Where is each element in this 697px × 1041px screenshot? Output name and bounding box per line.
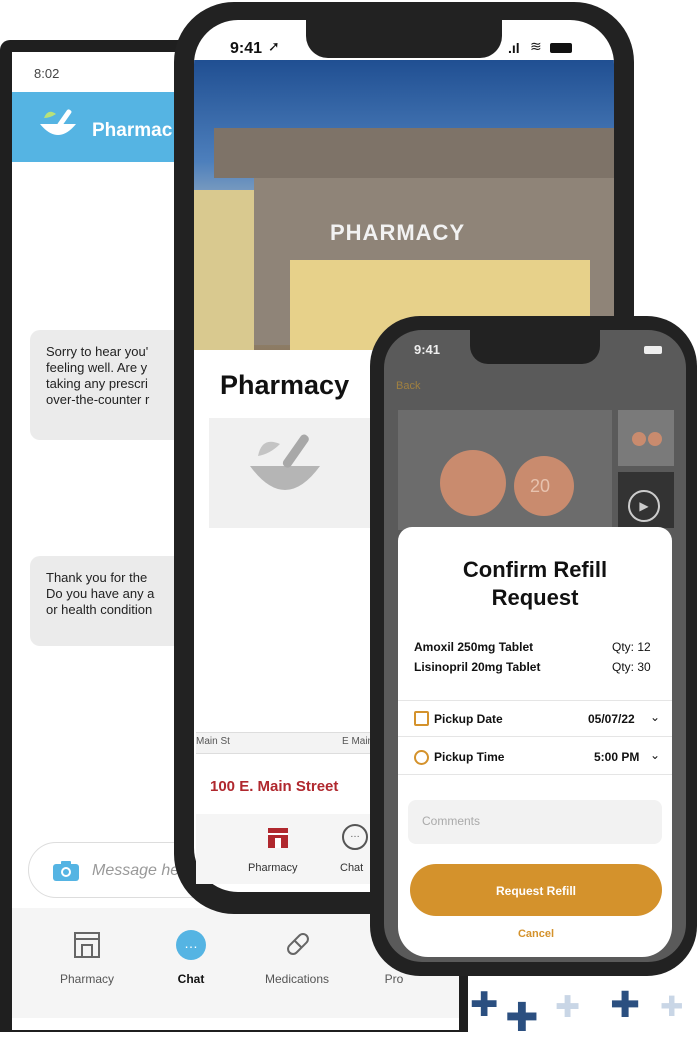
- building-sign: PHARMACY: [330, 220, 466, 245]
- pickup-time-label: Pickup Time: [434, 750, 505, 764]
- tab-pharmacy[interactable]: Pharmacy: [248, 862, 298, 874]
- message-placeholder: Message he: [92, 862, 180, 879]
- status-time: 9:41: [230, 40, 263, 57]
- play-icon[interactable]: ▶: [628, 490, 660, 522]
- storefront-icon[interactable]: [266, 826, 290, 850]
- sheet-title: Confirm Refill Request: [462, 557, 608, 610]
- mortar-pestle-icon: [250, 434, 320, 490]
- camera-icon[interactable]: [52, 860, 80, 882]
- wifi-icon: ≋: [530, 38, 542, 54]
- tab-medications[interactable]: Medications: [242, 972, 352, 986]
- chevron-down-icon[interactable]: ⌄: [650, 710, 660, 724]
- pickup-date-label: Pickup Date: [434, 712, 503, 726]
- divider: [398, 774, 672, 775]
- tab-chat[interactable]: Chat: [136, 972, 246, 986]
- thumb-pill: [632, 432, 646, 446]
- status-time: 8:02: [34, 66, 60, 81]
- item-name: Amoxil 250mg Tablet: [414, 640, 534, 654]
- pill-icon[interactable]: [282, 928, 314, 960]
- item-qty: Qty: 30: [612, 660, 651, 674]
- sparkle-icon: ✚: [555, 990, 581, 1025]
- notch: [306, 20, 502, 58]
- page-title: Pharmacy: [220, 370, 350, 400]
- chat-bubble-icon[interactable]: …: [342, 824, 368, 850]
- battery-icon: [550, 43, 572, 53]
- chevron-down-icon[interactable]: ⌄: [650, 748, 660, 762]
- item-name: Lisinopril 20mg Tablet: [414, 660, 541, 674]
- chat-bubble-icon[interactable]: …: [176, 930, 206, 960]
- pill-photo: [398, 410, 612, 530]
- back-button[interactable]: Back: [396, 380, 420, 392]
- request-refill-label: Request Refill: [495, 884, 576, 898]
- map-street-label: Main St: [196, 736, 230, 747]
- tab-pharmacy[interactable]: Pharmacy: [32, 972, 142, 986]
- status-time: 9:41: [414, 342, 441, 357]
- pill-imprint: 20: [530, 476, 551, 496]
- map-street-label: E Main: [342, 736, 374, 747]
- chat-header-title: Pharmac: [92, 120, 173, 141]
- signal-icon: .ıl: [508, 40, 520, 56]
- storefront-icon[interactable]: [72, 930, 102, 960]
- left-wall: [194, 190, 254, 350]
- tab-chat[interactable]: Chat: [340, 862, 363, 874]
- clock-icon: [414, 750, 429, 765]
- pickup-date-select[interactable]: 05/07/22: [588, 712, 635, 726]
- pill-tablet: [440, 450, 506, 516]
- divider: [398, 736, 672, 737]
- sparkle-icon: ✚: [610, 985, 641, 1026]
- sparkle-icon: ✚: [660, 990, 684, 1023]
- store-roof: [214, 128, 614, 178]
- notch: [470, 330, 600, 364]
- location-arrow-icon: ➚: [268, 38, 280, 54]
- item-qty: Qty: 12: [612, 640, 651, 654]
- calendar-icon: [414, 711, 429, 726]
- pill-thumbnail[interactable]: [618, 410, 674, 466]
- sparkle-icon: ✚: [505, 995, 539, 1041]
- comments-placeholder: Comments: [422, 814, 481, 828]
- sparkle-icon: ✚: [470, 985, 499, 1025]
- battery-icon: [644, 346, 662, 354]
- pickup-time-select[interactable]: 5:00 PM: [594, 750, 639, 764]
- divider: [398, 700, 672, 701]
- cancel-button[interactable]: Cancel: [410, 928, 662, 940]
- thumb-pill: [648, 432, 662, 446]
- mortar-pestle-icon: [40, 109, 76, 135]
- store-address[interactable]: 100 E. Main Street: [210, 778, 338, 795]
